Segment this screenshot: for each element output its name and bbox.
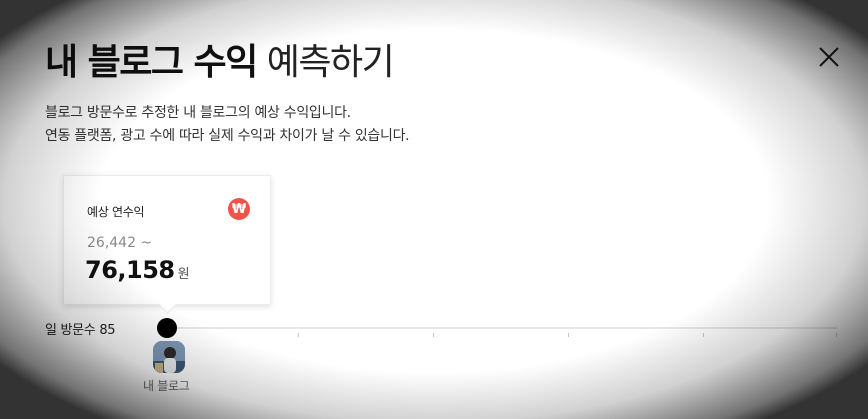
slider-tick [433,333,434,337]
page-title: 내 블로그 수익 예측하기 [45,38,395,88]
close-icon [819,47,839,67]
visits-slider-track[interactable] [167,327,837,329]
avatar-image [153,341,185,373]
daily-visits-value: 85 [99,323,116,338]
description-line-2: 연동 플랫폼, 광고 수에 따라 실제 수익과 차이가 날 수 있습니다. [45,128,410,144]
daily-visits-text: 일 방문수 [45,323,96,338]
slider-tick [703,333,704,337]
close-button[interactable] [812,40,846,74]
title-light: 예측하기 [266,42,395,83]
estimate-range-max: 76,158 [85,256,175,284]
currency-unit: 원 [177,267,190,282]
blog-revenue-modal: 내 블로그 수익 예측하기 블로그 방문수로 추정한 내 블로그의 예상 수익입… [0,0,868,419]
slider-tick [836,333,837,337]
slider-tick [568,333,569,337]
title-strong: 내 블로그 수익 [45,42,258,83]
avatar-caption: 내 블로그 [143,379,190,393]
estimate-label: 예상 연수익 [87,205,145,219]
slider-tick [298,333,299,337]
description-line-1: 블로그 방문수로 추정한 내 블로그의 예상 수익입니다. [45,105,351,121]
estimate-range-min: 26,442 ~ [87,235,153,251]
won-icon: ₩ [228,198,250,220]
estimate-range-max-row: 76,158 원 [85,256,190,284]
description: 블로그 방문수로 추정한 내 블로그의 예상 수익입니다. 연동 플랫폼, 광고… [45,102,410,148]
daily-visits-label: 일 방문수 85 [45,319,116,338]
avatar [153,341,185,373]
estimate-card: 예상 연수익 ₩ 26,442 ~ 76,158 원 [63,175,271,305]
visits-slider-handle[interactable] [157,318,177,338]
